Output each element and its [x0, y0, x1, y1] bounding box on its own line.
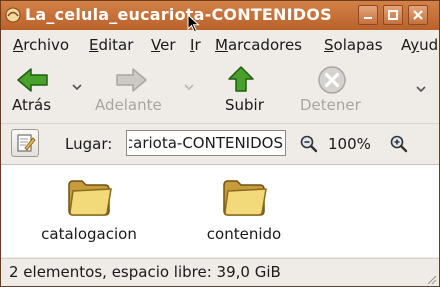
menu-ayuda[interactable]: Ayuda	[401, 36, 439, 54]
location-bar: Lugar: 100%	[1, 124, 439, 165]
up-label: Subir	[225, 96, 264, 114]
stop-label: Detener	[300, 96, 361, 114]
close-button[interactable]	[408, 5, 428, 25]
stop-icon	[318, 66, 346, 94]
file-view[interactable]: catalogacion contenido	[1, 165, 439, 257]
location-label: Lugar:	[65, 135, 113, 153]
location-input[interactable]	[126, 130, 286, 156]
close-icon	[413, 10, 423, 20]
back-button[interactable]: Atrás	[9, 59, 69, 119]
toolbar: Atrás Adelante Subir Detener	[1, 59, 439, 124]
minimize-button[interactable]	[358, 5, 378, 25]
back-history-chevron-icon[interactable]	[71, 82, 83, 92]
forward-button[interactable]: Adelante	[93, 59, 177, 119]
up-arrow-icon	[228, 66, 254, 92]
menu-marcadores[interactable]: Marcadores	[215, 36, 302, 54]
zoom-level[interactable]: 100%	[328, 135, 371, 153]
menu-ver[interactable]: Ver	[151, 36, 176, 54]
folder-icon	[223, 180, 267, 216]
status-text: 2 elementos, espacio libre: 39,0 GiB	[9, 263, 281, 281]
folder-icon	[68, 180, 112, 216]
minimize-icon	[364, 17, 372, 19]
folder-item[interactable]: contenido	[179, 175, 309, 243]
forward-history-chevron-icon[interactable]	[183, 82, 195, 92]
app-icon[interactable]	[5, 7, 21, 23]
file-manager-window: La_celula_eucariota-CONTENIDOS Archivo E…	[0, 0, 440, 287]
menu-ir[interactable]: Ir	[190, 36, 201, 54]
zoom-in-icon[interactable]	[389, 134, 409, 154]
folder-item[interactable]: catalogacion	[24, 175, 154, 243]
resize-grip-icon[interactable]	[425, 273, 437, 285]
stop-button[interactable]: Detener	[297, 59, 377, 119]
location-toggle-button[interactable]	[11, 129, 39, 157]
maximize-icon	[388, 10, 398, 20]
notepad-pencil-icon	[17, 134, 36, 152]
menu-archivo[interactable]: Archivo	[13, 36, 69, 54]
title-bar[interactable]: La_celula_eucariota-CONTENIDOS	[1, 1, 439, 33]
menu-solapas[interactable]: Solapas	[324, 36, 383, 54]
zoom-out-icon[interactable]	[299, 134, 319, 154]
forward-label: Adelante	[95, 96, 162, 114]
up-button[interactable]: Subir	[217, 59, 277, 119]
back-label: Atrás	[12, 96, 52, 114]
back-arrow-icon	[17, 68, 48, 92]
status-bar: 2 elementos, espacio libre: 39,0 GiB	[1, 258, 439, 286]
folder-name: contenido	[206, 225, 282, 243]
folder-name: catalogacion	[41, 225, 137, 243]
maximize-button[interactable]	[383, 5, 403, 25]
menu-bar: Archivo Editar Ver Ir Marcadores Solapas…	[1, 31, 439, 59]
forward-arrow-icon	[116, 68, 147, 92]
menu-editar[interactable]: Editar	[89, 36, 133, 54]
toolbar-overflow-chevron-icon[interactable]	[415, 84, 427, 94]
